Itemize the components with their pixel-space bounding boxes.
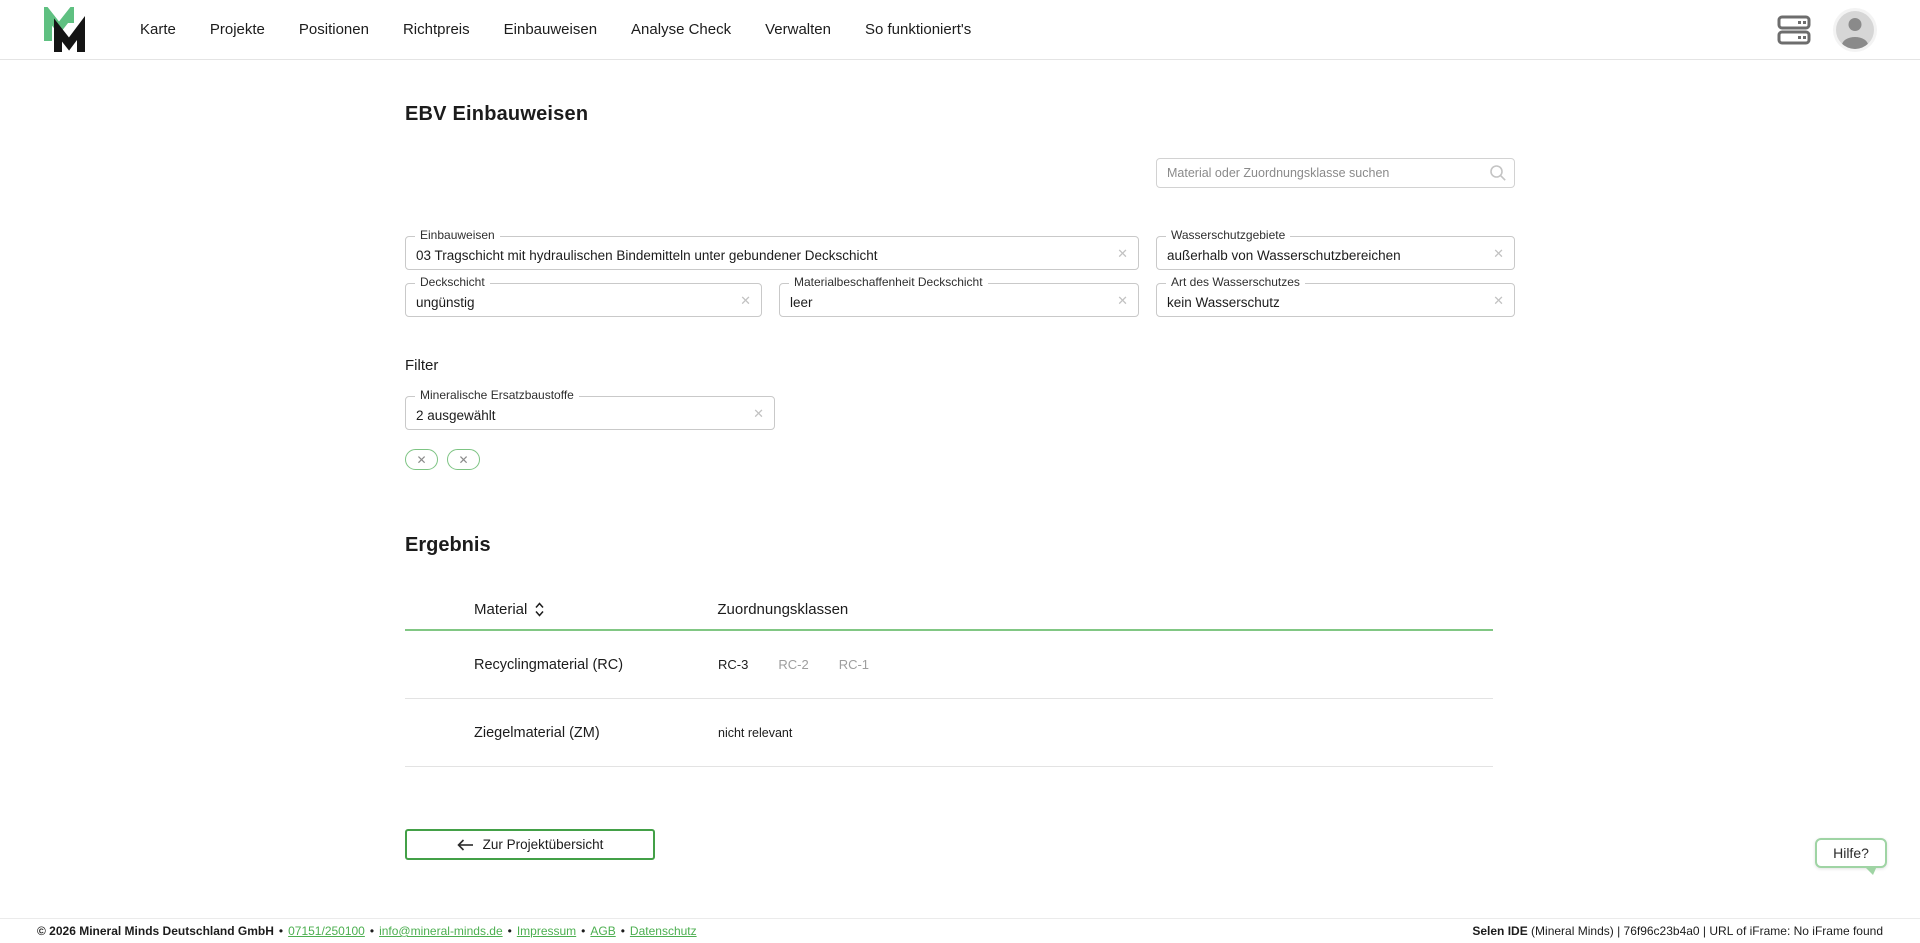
footer-separator: • (581, 924, 585, 938)
nav-item-analyse-check[interactable]: Analyse Check (631, 21, 731, 38)
field-materialbeschaffenheit-label: Materialbeschaffenheit Deckschicht (789, 275, 988, 289)
column-header-material-label: Material (474, 601, 527, 618)
avatar-head (1849, 18, 1862, 31)
close-icon[interactable]: ✕ (745, 406, 764, 422)
help-bubble-button[interactable]: Hilfe? (1815, 838, 1887, 868)
nav-item-verwalten[interactable]: Verwalten (765, 21, 831, 38)
material-cell: Ziegelmaterial (ZM) (474, 725, 718, 741)
footer-copyright: © 2026 Mineral Minds Deutschland GmbH (37, 924, 274, 938)
topbar-right-icons (1776, 11, 1874, 49)
back-button-label: Zur Projektübersicht (483, 837, 604, 852)
footer-separator: • (370, 924, 374, 938)
footer-app-name: Selen IDE (1472, 924, 1527, 938)
close-icon[interactable]: ✕ (1109, 246, 1128, 262)
filter-chip-remove-1[interactable]: ✕ (405, 449, 438, 470)
field-wasserschutzgebiete-value: außerhalb von Wasserschutzbereichen (1167, 248, 1401, 263)
field-art-des-wasserschutzes-value: kein Wasserschutz (1167, 295, 1280, 310)
close-icon: ✕ (416, 453, 426, 467)
nav-item-projekte[interactable]: Projekte (210, 21, 265, 38)
table-row: Recyclingmaterial (RC) RC-3 RC-2 RC-1 (405, 631, 1493, 699)
field-einbauweisen-label: Einbauweisen (415, 228, 500, 242)
classes-cell: RC-3 RC-2 RC-1 (718, 657, 869, 672)
footer: © 2026 Mineral Minds Deutschland GmbH • … (0, 918, 1920, 943)
field-deckschicht-label: Deckschicht (415, 275, 490, 289)
main-nav: Karte Projekte Positionen Richtpreis Ein… (140, 21, 971, 38)
column-header-material[interactable]: Material (474, 601, 545, 618)
top-navigation-bar: Karte Projekte Positionen Richtpreis Ein… (0, 0, 1920, 60)
nav-item-so-funktionierts[interactable]: So funktioniert's (865, 21, 971, 38)
filter-chips: ✕ ✕ (405, 449, 1515, 470)
footer-separator: • (621, 924, 625, 938)
field-mineralische-ersatzbaustoffe[interactable]: Mineralische Ersatzbaustoffe 2 ausgewähl… (405, 396, 775, 430)
column-header-zuordnungsklassen: Zuordnungsklassen (717, 601, 848, 618)
search-box (1156, 158, 1515, 188)
back-to-project-overview-button[interactable]: Zur Projektübersicht (405, 829, 655, 860)
footer-link-impressum[interactable]: Impressum (517, 924, 576, 938)
filter-heading: Filter (405, 357, 1515, 374)
field-mineralische-ersatzbaustoffe-value: 2 ausgewählt (416, 408, 496, 423)
results-table: Material Zuordnungsklassen Recyclingmate… (405, 589, 1493, 767)
close-icon[interactable]: ✕ (1109, 293, 1128, 309)
search-icon[interactable] (1489, 164, 1507, 182)
results-table-header: Material Zuordnungsklassen (405, 589, 1493, 631)
footer-link-email[interactable]: info@mineral-minds.de (379, 924, 503, 938)
field-wasserschutzgebiete[interactable]: Wasserschutzgebiete außerhalb von Wasser… (1156, 236, 1515, 270)
field-einbauweisen-value: 03 Tragschicht mit hydraulischen Bindemi… (416, 248, 878, 263)
footer-debug-info: Selen IDE (Mineral Minds) | 76f96c23b4a0… (1472, 924, 1883, 938)
nav-item-richtpreis[interactable]: Richtpreis (403, 21, 470, 38)
footer-debug-text: (Mineral Minds) | 76f96c23b4a0 | URL of … (1528, 924, 1883, 938)
class-value-nicht-relevant: nicht relevant (718, 726, 792, 740)
footer-link-phone[interactable]: 07151/250100 (288, 924, 365, 938)
sort-icon[interactable] (534, 602, 545, 617)
field-deckschicht[interactable]: Deckschicht ungünstig ✕ (405, 283, 762, 317)
nav-item-einbauweisen[interactable]: Einbauweisen (504, 21, 597, 38)
filter-chip-remove-2[interactable]: ✕ (447, 449, 480, 470)
nav-item-karte[interactable]: Karte (140, 21, 176, 38)
field-art-des-wasserschutzes[interactable]: Art des Wasserschutzes kein Wasserschutz… (1156, 283, 1515, 317)
arrow-left-icon (457, 839, 474, 851)
search-input[interactable] (1156, 158, 1515, 188)
field-deckschicht-value: ungünstig (416, 295, 475, 310)
footer-separator: • (508, 924, 512, 938)
footer-left: © 2026 Mineral Minds Deutschland GmbH • … (37, 924, 697, 938)
close-icon[interactable]: ✕ (732, 293, 751, 309)
close-icon[interactable]: ✕ (1485, 246, 1504, 262)
help-bubble-label: Hilfe? (1833, 845, 1869, 861)
class-badge-rc3[interactable]: RC-3 (718, 657, 748, 672)
user-avatar-icon[interactable] (1836, 11, 1874, 49)
main-content: EBV Einbauweisen Einbauweisen 03 Tragsch… (405, 60, 1515, 860)
nav-item-positionen[interactable]: Positionen (299, 21, 369, 38)
filter-field-wrap: Mineralische Ersatzbaustoffe 2 ausgewähl… (405, 396, 775, 430)
field-materialbeschaffenheit[interactable]: Materialbeschaffenheit Deckschicht leer … (779, 283, 1139, 317)
close-icon[interactable]: ✕ (1485, 293, 1504, 309)
footer-link-agb[interactable]: AGB (590, 924, 615, 938)
search-row (405, 158, 1515, 188)
close-icon: ✕ (458, 453, 468, 467)
page-title: EBV Einbauweisen (405, 103, 1515, 126)
class-badge-rc1[interactable]: RC-1 (839, 657, 869, 672)
material-cell: Recyclingmaterial (RC) (474, 657, 718, 673)
field-materialbeschaffenheit-value: leer (790, 295, 813, 310)
field-wasserschutzgebiete-label: Wasserschutzgebiete (1166, 228, 1290, 242)
results-heading: Ergebnis (405, 534, 1515, 557)
mineral-minds-logo-icon (40, 7, 92, 53)
class-badge-rc2[interactable]: RC-2 (778, 657, 808, 672)
field-art-des-wasserschutzes-label: Art des Wasserschutzes (1166, 275, 1305, 289)
footer-link-datenschutz[interactable]: Datenschutz (630, 924, 697, 938)
selection-fields: Einbauweisen 03 Tragschicht mit hydrauli… (405, 236, 1515, 317)
avatar-body (1842, 37, 1868, 49)
classes-cell: nicht relevant (718, 726, 792, 740)
table-row: Ziegelmaterial (ZM) nicht relevant (405, 699, 1493, 767)
field-mineralische-ersatzbaustoffe-label: Mineralische Ersatzbaustoffe (415, 388, 579, 402)
footer-separator: • (279, 924, 283, 938)
field-einbauweisen[interactable]: Einbauweisen 03 Tragschicht mit hydrauli… (405, 236, 1139, 270)
server-icon[interactable] (1776, 15, 1812, 45)
